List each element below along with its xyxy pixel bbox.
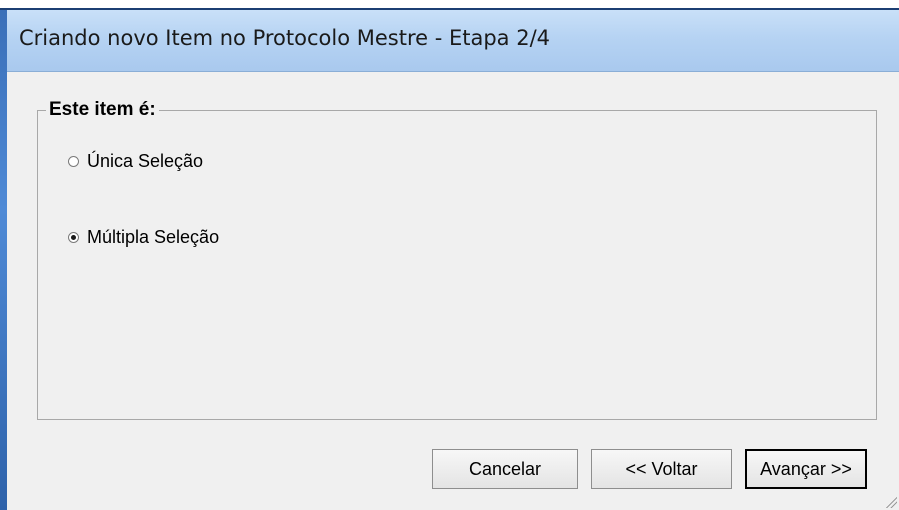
back-button[interactable]: << Voltar bbox=[591, 449, 732, 489]
cancel-button[interactable]: Cancelar bbox=[432, 449, 578, 489]
title-bar[interactable]: Criando novo Item no Protocolo Mestre - … bbox=[7, 10, 899, 72]
radio-checked-icon[interactable] bbox=[68, 232, 79, 243]
option-multiple-selection-label: Múltipla Seleção bbox=[87, 227, 220, 247]
resize-grip-icon[interactable] bbox=[883, 494, 897, 508]
window-border-left bbox=[0, 10, 7, 510]
option-multiple-selection[interactable]: Múltipla Seleção bbox=[68, 227, 219, 248]
item-type-groupbox: Este item é: Única Seleção Múltipla Sele… bbox=[37, 99, 877, 420]
option-single-selection-label: Única Seleção bbox=[87, 151, 204, 171]
next-button[interactable]: Avançar >> bbox=[745, 449, 867, 489]
dialog-content: Este item é: Única Seleção Múltipla Sele… bbox=[7, 72, 899, 510]
radio-unchecked-icon[interactable] bbox=[68, 156, 79, 167]
dialog-window: Criando novo Item no Protocolo Mestre - … bbox=[0, 0, 899, 510]
option-single-selection[interactable]: Única Seleção bbox=[68, 151, 203, 172]
groupbox-legend: Este item é: bbox=[46, 99, 159, 121]
window-title: Criando novo Item no Protocolo Mestre - … bbox=[19, 26, 551, 50]
